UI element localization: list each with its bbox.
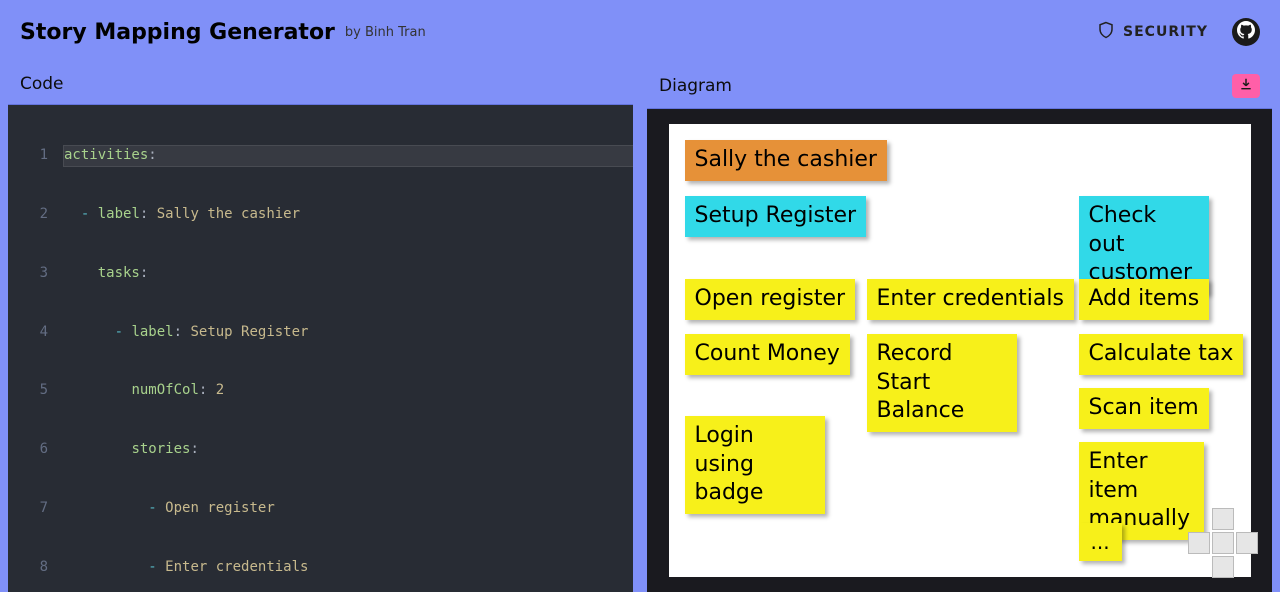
story-card[interactable]: Add items xyxy=(1079,279,1210,320)
diagram-canvas[interactable]: Sally the cashier Setup Register Check o… xyxy=(669,124,1251,577)
github-icon xyxy=(1237,21,1255,43)
story-card[interactable]: Login using badge xyxy=(685,416,825,514)
task-card[interactable]: Setup Register xyxy=(685,196,867,237)
shield-icon xyxy=(1097,20,1115,44)
pan-up-button[interactable] xyxy=(1212,508,1234,530)
story-card-ellipsis[interactable]: ... xyxy=(1079,523,1122,561)
story-card[interactable]: Enter credentials xyxy=(867,279,1074,320)
app-header: Story Mapping Generator by Binh Tran SEC… xyxy=(0,0,1280,64)
github-button[interactable] xyxy=(1232,18,1260,46)
pan-right-button[interactable] xyxy=(1236,532,1258,554)
app-byline: by Binh Tran xyxy=(345,25,426,40)
code-editor[interactable]: 1activities: 2 - label: Sally the cashie… xyxy=(8,105,633,592)
pan-left-button[interactable] xyxy=(1188,532,1210,554)
diagram-panel: Diagram Sally the cashier Setup Register… xyxy=(647,64,1272,592)
code-panel: Code 1activities: 2 - label: Sally the c… xyxy=(8,64,633,592)
pan-controls xyxy=(1188,508,1258,578)
security-button[interactable]: SECURITY xyxy=(1097,20,1208,44)
diagram-panel-title: Diagram xyxy=(659,76,732,96)
story-card[interactable]: Count Money xyxy=(685,334,850,375)
diagram-canvas-wrap: Sally the cashier Setup Register Check o… xyxy=(647,109,1272,592)
download-icon xyxy=(1239,76,1253,96)
story-card[interactable]: Calculate tax xyxy=(1079,334,1244,375)
pan-down-button[interactable] xyxy=(1212,556,1234,578)
code-panel-title: Code xyxy=(20,74,64,94)
diagram-panel-header: Diagram xyxy=(647,64,1272,109)
story-card[interactable]: Record Start Balance xyxy=(867,334,1017,432)
story-card[interactable]: Open register xyxy=(685,279,856,320)
story-card[interactable]: Scan item xyxy=(1079,388,1209,429)
pan-reset-button[interactable] xyxy=(1212,532,1234,554)
app-title: Story Mapping Generator xyxy=(20,20,335,45)
activity-card[interactable]: Sally the cashier xyxy=(685,140,887,181)
download-button[interactable] xyxy=(1232,74,1260,98)
security-label: SECURITY xyxy=(1123,24,1208,40)
code-panel-header: Code xyxy=(8,64,633,105)
